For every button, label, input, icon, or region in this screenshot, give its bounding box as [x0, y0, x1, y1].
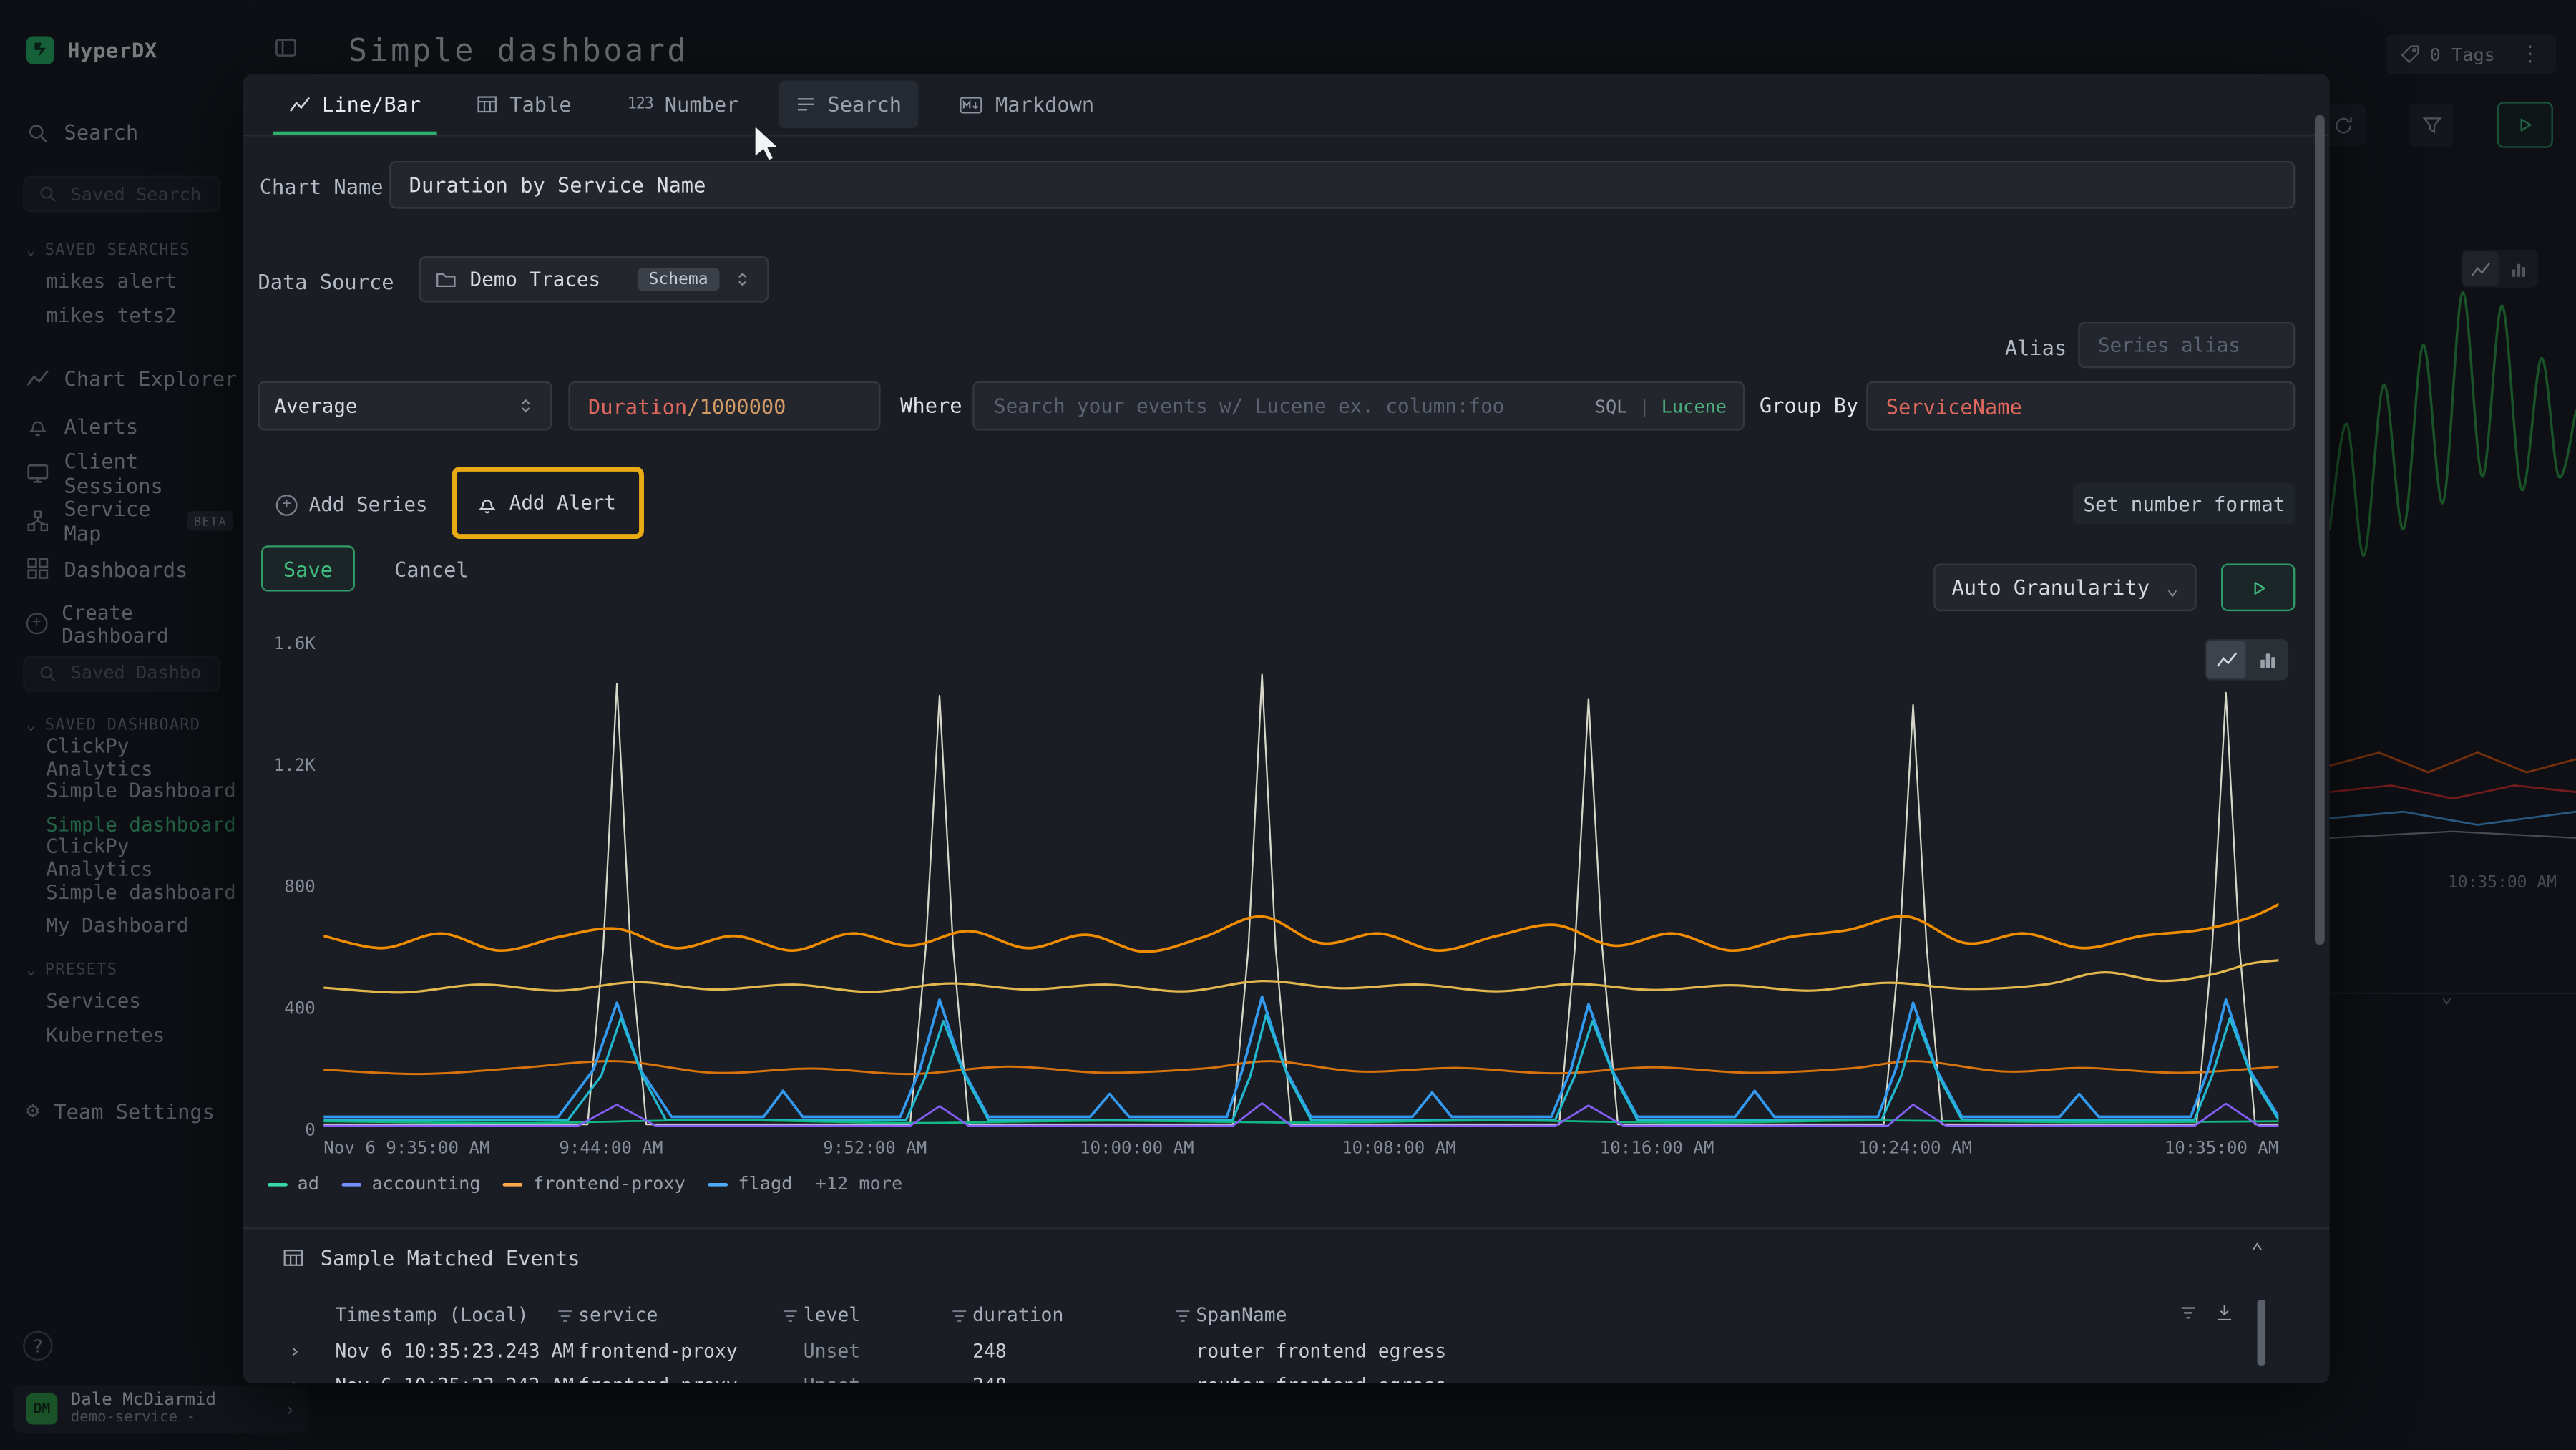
save-button[interactable]: Save: [261, 545, 355, 591]
chart-legend: ad accounting frontend-proxy flagd +12 m…: [268, 1173, 902, 1194]
divider: [243, 1227, 2330, 1229]
number-123-icon: 123: [628, 95, 653, 113]
col-header-level[interactable]: level: [804, 1303, 860, 1326]
modal-scrollbar[interactable]: [2315, 115, 2325, 945]
add-series-button[interactable]: + Add Series: [266, 485, 437, 524]
collapse-section-button[interactable]: ⌃: [2250, 1240, 2263, 1265]
column-filter-icon: [1173, 1306, 1193, 1326]
group-by-label: Group By: [1760, 393, 1858, 417]
legend-dash: [504, 1182, 524, 1186]
x-axis: Nov 6 9:35:00 AM 9:44:00 AM 9:52:00 AM 1…: [323, 1139, 2278, 1162]
tab-line-bar[interactable]: Line/Bar: [273, 74, 437, 135]
chart-type-tabs: Line/Bar Table 123 Number Search Markdow…: [243, 74, 2330, 136]
legend-dash: [708, 1182, 728, 1186]
where-search-box[interactable]: SQL | Lucene: [972, 381, 1745, 431]
y-tick: 800: [250, 877, 316, 897]
run-chart-button[interactable]: [2221, 563, 2295, 611]
y-tick: 1.2K: [250, 756, 316, 776]
legend-item[interactable]: ad: [268, 1173, 319, 1194]
sql-toggle[interactable]: SQL: [1595, 395, 1628, 417]
tab-table[interactable]: Table: [460, 74, 587, 135]
y-tick: 0: [250, 1121, 316, 1141]
col-header-timestamp[interactable]: Timestamp (Local): [335, 1303, 528, 1326]
column-settings-button[interactable]: [2178, 1303, 2198, 1323]
legend-dash: [268, 1182, 288, 1186]
plus-circle-icon: +: [276, 494, 298, 515]
tab-markdown[interactable]: Markdown: [941, 74, 1111, 135]
table-icon: [283, 1247, 304, 1269]
code-view-button[interactable]: [2142, 1303, 2162, 1323]
alias-label: Alias: [1991, 335, 2067, 359]
y-tick: 400: [250, 999, 316, 1019]
line-chart-icon[interactable]: [2206, 641, 2245, 678]
event-row[interactable]: › Nov 6 10:35:23.243 AM frontend-proxy U…: [243, 1336, 2330, 1369]
download-button[interactable]: [2215, 1303, 2235, 1323]
data-source-select[interactable]: Demo Traces Schema: [419, 256, 769, 302]
column-filter-icon: [555, 1306, 575, 1326]
y-tick: 1.6K: [250, 634, 316, 654]
sample-events-title: Sample Matched Events: [321, 1245, 580, 1270]
lucene-toggle[interactable]: Lucene: [1662, 395, 1727, 417]
set-number-format-button[interactable]: Set number format: [2073, 483, 2295, 524]
where-label: Where: [900, 393, 962, 417]
chart-display-toggle: [2205, 639, 2288, 680]
aggregation-select[interactable]: Average: [258, 381, 552, 431]
chart-editor-modal: Line/Bar Table 123 Number Search Markdow…: [243, 74, 2330, 1383]
where-input[interactable]: [990, 393, 1583, 419]
duration-line-chart: [323, 644, 2278, 1131]
group-by-input[interactable]: ServiceName: [1866, 381, 2295, 431]
app-root: HyperDX Search ⌄ SAVED SEARCHES mikes al…: [0, 0, 2576, 1450]
updown-icon: [516, 396, 536, 416]
chart-name-input[interactable]: [389, 161, 2295, 209]
play-icon: [2248, 578, 2268, 598]
events-toolbar: [2142, 1303, 2235, 1323]
chart-name-label: Chart Name: [260, 174, 384, 198]
granularity-select[interactable]: Auto Granularity ⌄: [1933, 563, 2196, 611]
field-expression-input[interactable]: Duration/1000000: [568, 381, 880, 431]
expand-row-icon[interactable]: ›: [289, 1339, 301, 1362]
schema-badge: Schema: [638, 268, 720, 291]
column-filter-icon: [781, 1306, 801, 1326]
legend-dash: [342, 1182, 362, 1186]
bar-chart-icon[interactable]: [2248, 641, 2287, 678]
chevron-down-icon: ⌄: [2167, 576, 2179, 599]
tab-number[interactable]: 123 Number: [611, 74, 756, 135]
col-header-duration[interactable]: duration: [972, 1303, 1063, 1326]
event-row-clipped[interactable]: › Nov 6 10:35:23.243 AM frontend-proxy U…: [243, 1371, 2330, 1383]
cancel-button[interactable]: Cancel: [384, 545, 478, 591]
updown-icon: [733, 270, 753, 290]
column-filter-icon: [950, 1306, 970, 1326]
legend-item[interactable]: frontend-proxy: [504, 1173, 686, 1194]
col-header-service[interactable]: service: [578, 1303, 658, 1326]
add-alert-button[interactable]: Add Alert: [467, 480, 626, 525]
bell-icon: [477, 492, 498, 514]
legend-more[interactable]: +12 more: [816, 1173, 903, 1194]
folder-icon: [435, 268, 457, 290]
legend-item[interactable]: flagd: [708, 1173, 792, 1194]
legend-item[interactable]: accounting: [342, 1173, 480, 1194]
events-table-header: Timestamp (Local) service level duration…: [243, 1300, 2330, 1333]
data-source-label: Data Source: [258, 270, 394, 294]
alias-input[interactable]: [2078, 322, 2295, 368]
col-header-spanname[interactable]: SpanName: [1196, 1303, 1287, 1326]
tab-search[interactable]: Search: [779, 80, 919, 128]
